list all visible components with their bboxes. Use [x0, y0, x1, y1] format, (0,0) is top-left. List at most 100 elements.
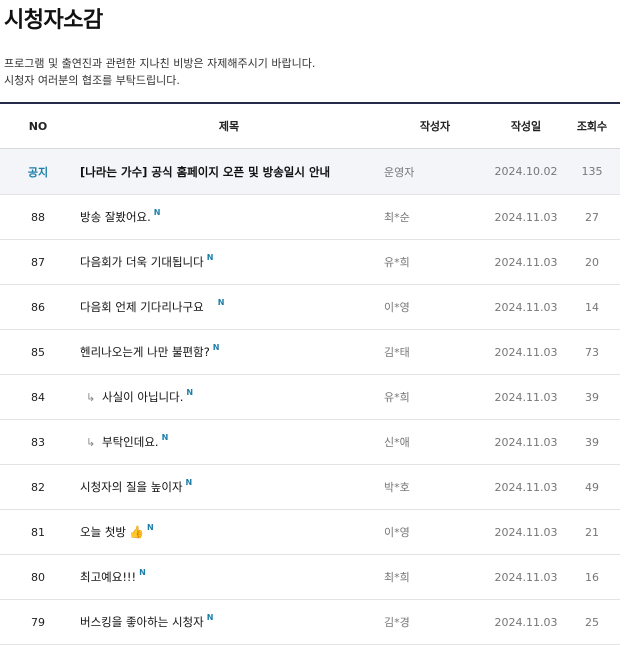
post-title-link[interactable]: ↳ 사실이 아닙니다. N	[76, 374, 382, 420]
post-date: 2024.11.03	[488, 329, 564, 375]
post-title-link[interactable]: 헨리나오는게 나만 불편함? N	[76, 329, 382, 375]
new-badge: N	[217, 298, 225, 307]
post-author: 유*희	[382, 374, 488, 420]
table-row[interactable]: 86 다음회 언제 기다리나구요 N 이*영 2024.11.03 14	[0, 284, 620, 330]
post-title: [나라는 가수] 공식 홈페이지 오픈 및 방송일시 안내	[80, 164, 331, 179]
post-number: 81	[0, 509, 76, 555]
new-badge: N	[146, 523, 154, 532]
pinned-notice-row[interactable]: 공지 [나라는 가수] 공식 홈페이지 오픈 및 방송일시 안내 운영자 202…	[0, 148, 620, 195]
post-title: 다음회가 더욱 기대됩니다	[80, 255, 204, 269]
table-row[interactable]: 80 최고예요!!! N 최*희 2024.11.03 16	[0, 554, 620, 600]
post-title-link[interactable]: 최고예요!!! N	[76, 554, 382, 600]
post-number: 86	[0, 284, 76, 330]
header-author: 작성자	[382, 103, 488, 149]
new-badge: N	[206, 613, 214, 622]
post-title: 부탁인데요.	[102, 435, 159, 449]
post-views: 25	[564, 599, 620, 645]
post-date: 2024.11.03	[488, 194, 564, 240]
post-number: 84	[0, 374, 76, 420]
post-number: 82	[0, 464, 76, 510]
post-views: 21	[564, 509, 620, 555]
post-date: 2024.10.02	[488, 148, 564, 195]
post-number: 79	[0, 599, 76, 645]
post-views: 39	[564, 374, 620, 420]
post-date: 2024.11.03	[488, 464, 564, 510]
post-author: 김*태	[382, 329, 488, 375]
post-views: 135	[564, 148, 620, 195]
table-header-row: NO 제목 작성자 작성일 조회수	[0, 103, 620, 149]
post-number: 85	[0, 329, 76, 375]
post-number: 88	[0, 194, 76, 240]
post-number: 87	[0, 239, 76, 285]
post-date: 2024.11.03	[488, 239, 564, 285]
post-title-link[interactable]: 다음회 언제 기다리나구요 N	[76, 284, 382, 330]
new-badge: N	[206, 253, 214, 262]
post-views: 20	[564, 239, 620, 285]
post-title: 버스킹을 좋아하는 시청자	[80, 615, 204, 629]
notice-label: 공지	[0, 148, 76, 195]
post-views: 16	[564, 554, 620, 600]
table-row[interactable]: 79 버스킹을 좋아하는 시청자 N 김*경 2024.11.03 25	[0, 599, 620, 645]
reply-arrow-icon: ↳	[86, 436, 96, 449]
table-row[interactable]: 87 다음회가 더욱 기대됩니다 N 유*희 2024.11.03 20	[0, 239, 620, 285]
post-title-link[interactable]: 다음회가 더욱 기대됩니다 N	[76, 239, 382, 285]
board-table: NO 제목 작성자 작성일 조회수 공지 [나라는 가수] 공식 홈페이지 오픈…	[0, 102, 620, 645]
post-views: 14	[564, 284, 620, 330]
table-row[interactable]: 88 방송 잘봤어요. N 최*순 2024.11.03 27	[0, 194, 620, 240]
reply-arrow-icon: ↳	[86, 391, 96, 404]
post-title: 다음회 언제 기다리나구요	[80, 300, 204, 314]
post-date: 2024.11.03	[488, 599, 564, 645]
table-row[interactable]: 82 시청자의 질을 높이자 N 박*호 2024.11.03 49	[0, 464, 620, 510]
post-author: 최*희	[382, 554, 488, 600]
post-date: 2024.11.03	[488, 509, 564, 555]
post-date: 2024.11.03	[488, 374, 564, 420]
post-author: 신*애	[382, 419, 488, 465]
new-badge: N	[161, 433, 169, 442]
post-title: 오늘 첫방	[80, 525, 126, 539]
post-title: 헨리나오는게 나만 불편함?	[80, 345, 210, 359]
post-title-link[interactable]: [나라는 가수] 공식 홈페이지 오픈 및 방송일시 안내	[76, 148, 382, 195]
notice-line: 프로그램 및 출연진과 관련한 지나친 비방은 자제해주시기 바랍니다.	[4, 57, 316, 70]
page-title: 시청자소감	[4, 8, 103, 33]
post-author: 이*영	[382, 284, 488, 330]
post-views: 49	[564, 464, 620, 510]
new-badge: N	[153, 208, 161, 217]
post-views: 27	[564, 194, 620, 240]
header-date: 작성일	[488, 103, 564, 149]
new-badge: N	[186, 388, 194, 397]
post-date: 2024.11.03	[488, 554, 564, 600]
table-row[interactable]: 84 ↳ 사실이 아닙니다. N 유*희 2024.11.03 39	[0, 374, 620, 420]
post-title: 사실이 아닙니다.	[102, 390, 184, 404]
header-title: 제목	[76, 103, 382, 149]
post-number: 83	[0, 419, 76, 465]
thumbs-up-icon: 👍	[128, 525, 144, 539]
post-title-link[interactable]: ↳ 부탁인데요. N	[76, 419, 382, 465]
table-row[interactable]: 83 ↳ 부탁인데요. N 신*애 2024.11.03 39	[0, 419, 620, 465]
table-row[interactable]: 85 헨리나오는게 나만 불편함? N 김*태 2024.11.03 73	[0, 329, 620, 375]
table-row[interactable]: 81 오늘 첫방 👍 N 이*영 2024.11.03 21	[0, 509, 620, 555]
page: 시청자소감 프로그램 및 출연진과 관련한 지나친 비방은 자제해주시기 바랍니…	[0, 0, 640, 645]
new-badge: N	[185, 478, 193, 487]
post-author: 최*순	[382, 194, 488, 240]
post-date: 2024.11.03	[488, 284, 564, 330]
post-title-link[interactable]: 방송 잘봤어요. N	[76, 194, 382, 240]
post-date: 2024.11.03	[488, 419, 564, 465]
post-number: 80	[0, 554, 76, 600]
post-views: 39	[564, 419, 620, 465]
post-author: 김*경	[382, 599, 488, 645]
post-author: 이*영	[382, 509, 488, 555]
post-title-link[interactable]: 버스킹을 좋아하는 시청자 N	[76, 599, 382, 645]
post-title: 최고예요!!!	[80, 570, 137, 584]
post-title-link[interactable]: 시청자의 질을 높이자 N	[76, 464, 382, 510]
notice-line: 시청자 여러분의 협조를 부탁드립니다.	[4, 74, 180, 87]
post-author: 박*호	[382, 464, 488, 510]
new-badge: N	[139, 568, 146, 577]
post-title: 시청자의 질을 높이자	[80, 480, 183, 494]
header-no: NO	[0, 103, 76, 149]
new-badge: N	[212, 343, 220, 352]
post-author: 운영자	[382, 148, 488, 195]
header-views: 조회수	[564, 103, 620, 149]
post-title-link[interactable]: 오늘 첫방 👍 N	[76, 509, 382, 555]
post-title: 방송 잘봤어요.	[80, 210, 151, 224]
post-views: 73	[564, 329, 620, 375]
